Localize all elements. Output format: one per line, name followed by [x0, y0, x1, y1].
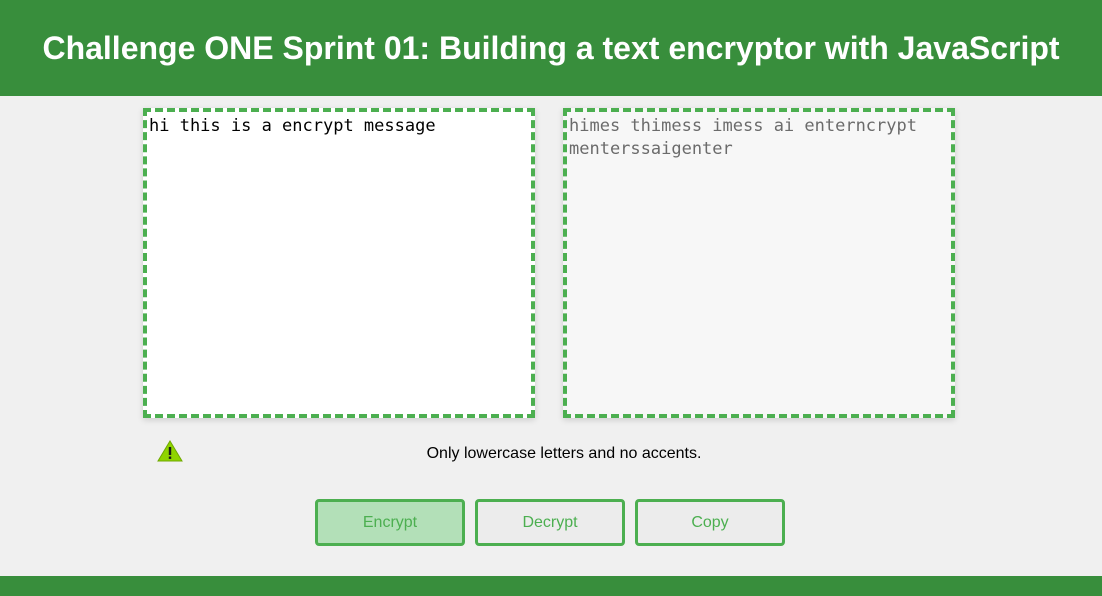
- copy-button[interactable]: Copy: [635, 499, 785, 546]
- hint-text: Only lowercase letters and no accents.: [426, 445, 702, 462]
- output-textarea[interactable]: [563, 108, 955, 418]
- decrypt-button[interactable]: Decrypt: [475, 499, 625, 546]
- header-bar: Challenge ONE Sprint 01: Building a text…: [0, 0, 1102, 96]
- input-textarea[interactable]: [143, 108, 535, 418]
- footer-bar: [0, 576, 1102, 596]
- page-title: Challenge ONE Sprint 01: Building a text…: [42, 29, 1060, 66]
- encrypt-button[interactable]: Encrypt: [315, 499, 465, 546]
- page: Challenge ONE Sprint 01: Building a text…: [0, 0, 1102, 596]
